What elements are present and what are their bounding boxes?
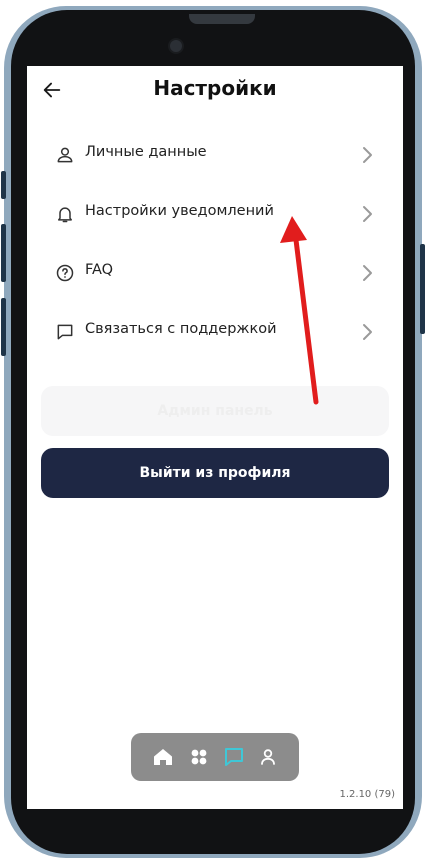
menu-item-contact-support[interactable]: Связаться с поддержкой (27, 306, 403, 360)
menu-item-label: FAQ (85, 262, 114, 278)
person-icon (57, 147, 73, 163)
front-camera (168, 38, 184, 54)
home-icon[interactable] (151, 745, 175, 769)
chat-icon[interactable] (222, 745, 246, 769)
mute-switch (1, 171, 6, 199)
app-screen: Настройки Личные данные Настройки уведом… (27, 66, 403, 809)
chevron-right-icon (363, 147, 372, 163)
volume-down-button (1, 298, 6, 356)
menu-item-faq[interactable]: FAQ (27, 247, 403, 301)
admin-panel-button[interactable]: Админ панель (41, 386, 389, 436)
logout-button[interactable]: Выйти из профиля (41, 448, 389, 498)
chevron-right-icon (363, 265, 372, 281)
grid-icon[interactable] (187, 745, 211, 769)
menu-item-label: Настройки уведомлений (85, 203, 274, 219)
power-button (420, 244, 425, 334)
bottom-tab-bar (131, 733, 299, 781)
bell-icon (58, 207, 72, 223)
volume-up-button (1, 224, 6, 282)
header: Настройки (27, 66, 403, 118)
menu-item-label: Личные данные (85, 144, 207, 160)
app-version: 1.2.10 (79) (339, 789, 395, 800)
menu-item-personal-data[interactable]: Личные данные (27, 129, 403, 183)
chevron-right-icon (363, 324, 372, 340)
help-circle-icon (56, 264, 74, 282)
speaker-notch (189, 14, 255, 24)
menu-item-notification-settings[interactable]: Настройки уведомлений (27, 188, 403, 242)
menu-item-label: Связаться с поддержкой (85, 321, 277, 337)
chat-icon (57, 324, 73, 340)
profile-icon[interactable] (256, 745, 280, 769)
page-title: Настройки (153, 76, 277, 100)
chevron-right-icon (363, 206, 372, 222)
